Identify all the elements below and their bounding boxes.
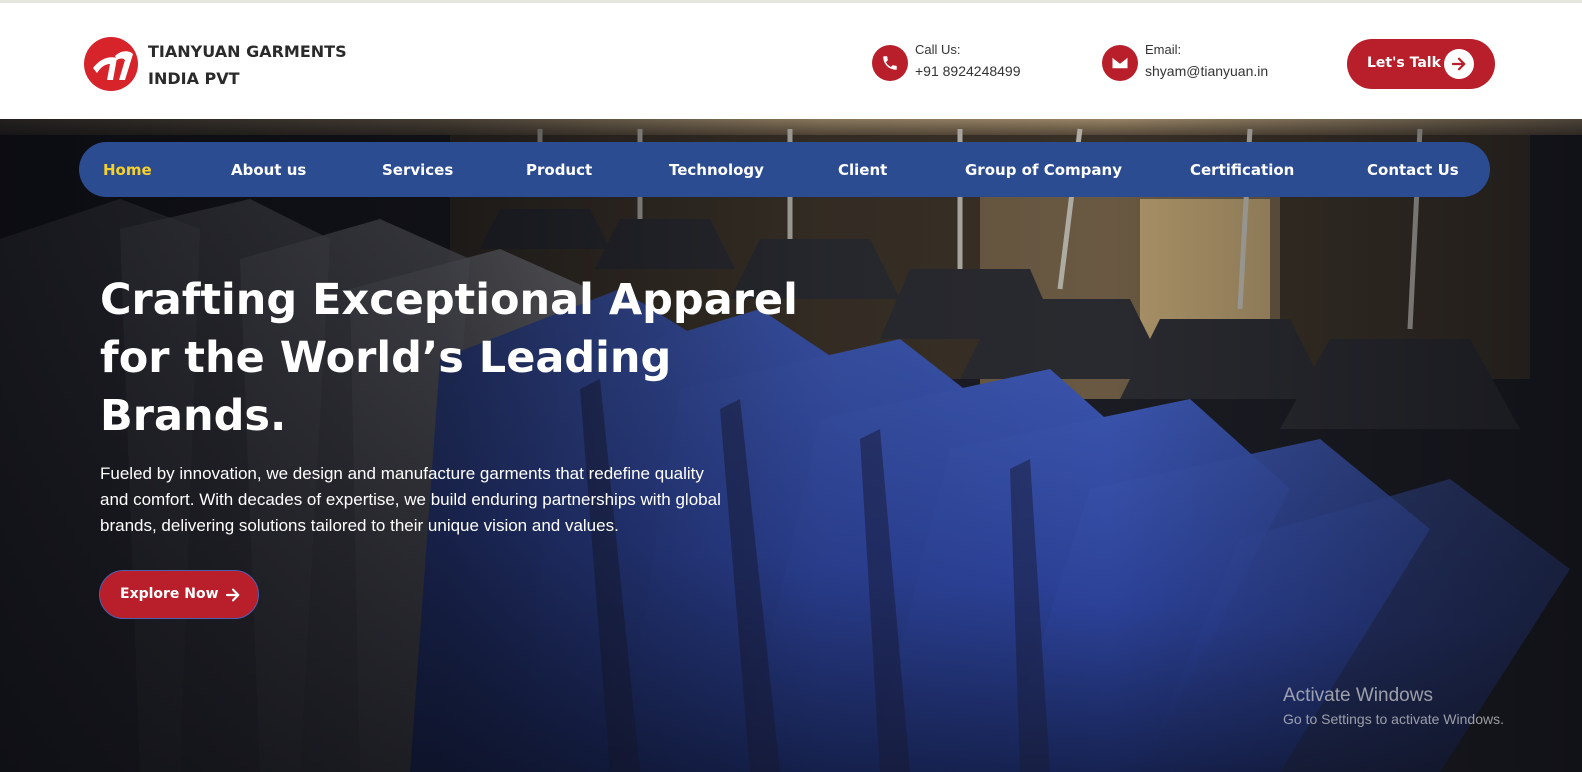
windows-activation-watermark: Activate Windows Go to Settings to activ… (1283, 685, 1504, 727)
nav-item-home[interactable]: Home (103, 161, 152, 179)
hero-overlay (0, 119, 1582, 772)
arrow-right-icon (1444, 49, 1474, 79)
nav-item-certification[interactable]: Certification (1190, 161, 1294, 179)
nav-item-group-of-company[interactable]: Group of Company (965, 161, 1122, 179)
brand-line-1: TIANYUAN GARMENTS (148, 42, 347, 61)
lead-line-2: and comfort. With decades of expertise, … (100, 490, 721, 509)
nav-item-contact-us[interactable]: Contact Us (1367, 161, 1459, 179)
watermark-subtitle: Go to Settings to activate Windows. (1283, 711, 1504, 727)
envelope-icon (1102, 45, 1138, 81)
nav-item-client[interactable]: Client (838, 161, 887, 179)
nav-item-services[interactable]: Services (382, 161, 453, 179)
lead-line-1: Fueled by innovation, we design and manu… (100, 464, 704, 483)
hero-description: Fueled by innovation, we design and manu… (100, 461, 750, 539)
main-navigation: Home About us Services Product Technolog… (79, 142, 1490, 197)
brand-name[interactable]: TIANYUAN GARMENTS INDIA PVT (148, 38, 347, 92)
email-address[interactable]: shyam@tianyuan.in (1145, 63, 1268, 79)
headline-line-3: Brands. (100, 391, 287, 441)
headline-line-2: for the World’s Leading (100, 333, 672, 383)
arrow-right-icon (225, 588, 240, 602)
call-us-block[interactable]: Call Us: +91 8924248499 (872, 39, 1042, 87)
site-header: TIANYUAN GARMENTS INDIA PVT Call Us: +91… (0, 3, 1582, 119)
call-us-label: Call Us: (915, 42, 961, 57)
hero-section: Home About us Services Product Technolog… (0, 119, 1582, 772)
company-logo-icon[interactable] (83, 36, 139, 92)
brand-line-2: INDIA PVT (148, 69, 240, 88)
nav-item-product[interactable]: Product (526, 161, 592, 179)
phone-icon (872, 45, 908, 81)
nav-item-technology[interactable]: Technology (669, 161, 764, 179)
explore-now-label: Explore Now (120, 586, 219, 602)
watermark-title: Activate Windows (1283, 685, 1433, 706)
lets-talk-button[interactable]: Let's Talk (1347, 39, 1495, 89)
hero-headline: Crafting Exceptional Apparel for the Wor… (100, 271, 798, 445)
email-block[interactable]: Email: shyam@tianyuan.in (1102, 39, 1282, 87)
email-label: Email: (1145, 42, 1182, 57)
explore-now-button[interactable]: Explore Now (99, 570, 259, 619)
nav-item-about-us[interactable]: About us (231, 161, 306, 179)
headline-line-1: Crafting Exceptional Apparel (100, 275, 798, 325)
lets-talk-label: Let's Talk (1367, 55, 1441, 71)
phone-number[interactable]: +91 8924248499 (915, 63, 1021, 79)
lead-line-3: brands, delivering solutions tailored to… (100, 516, 619, 535)
